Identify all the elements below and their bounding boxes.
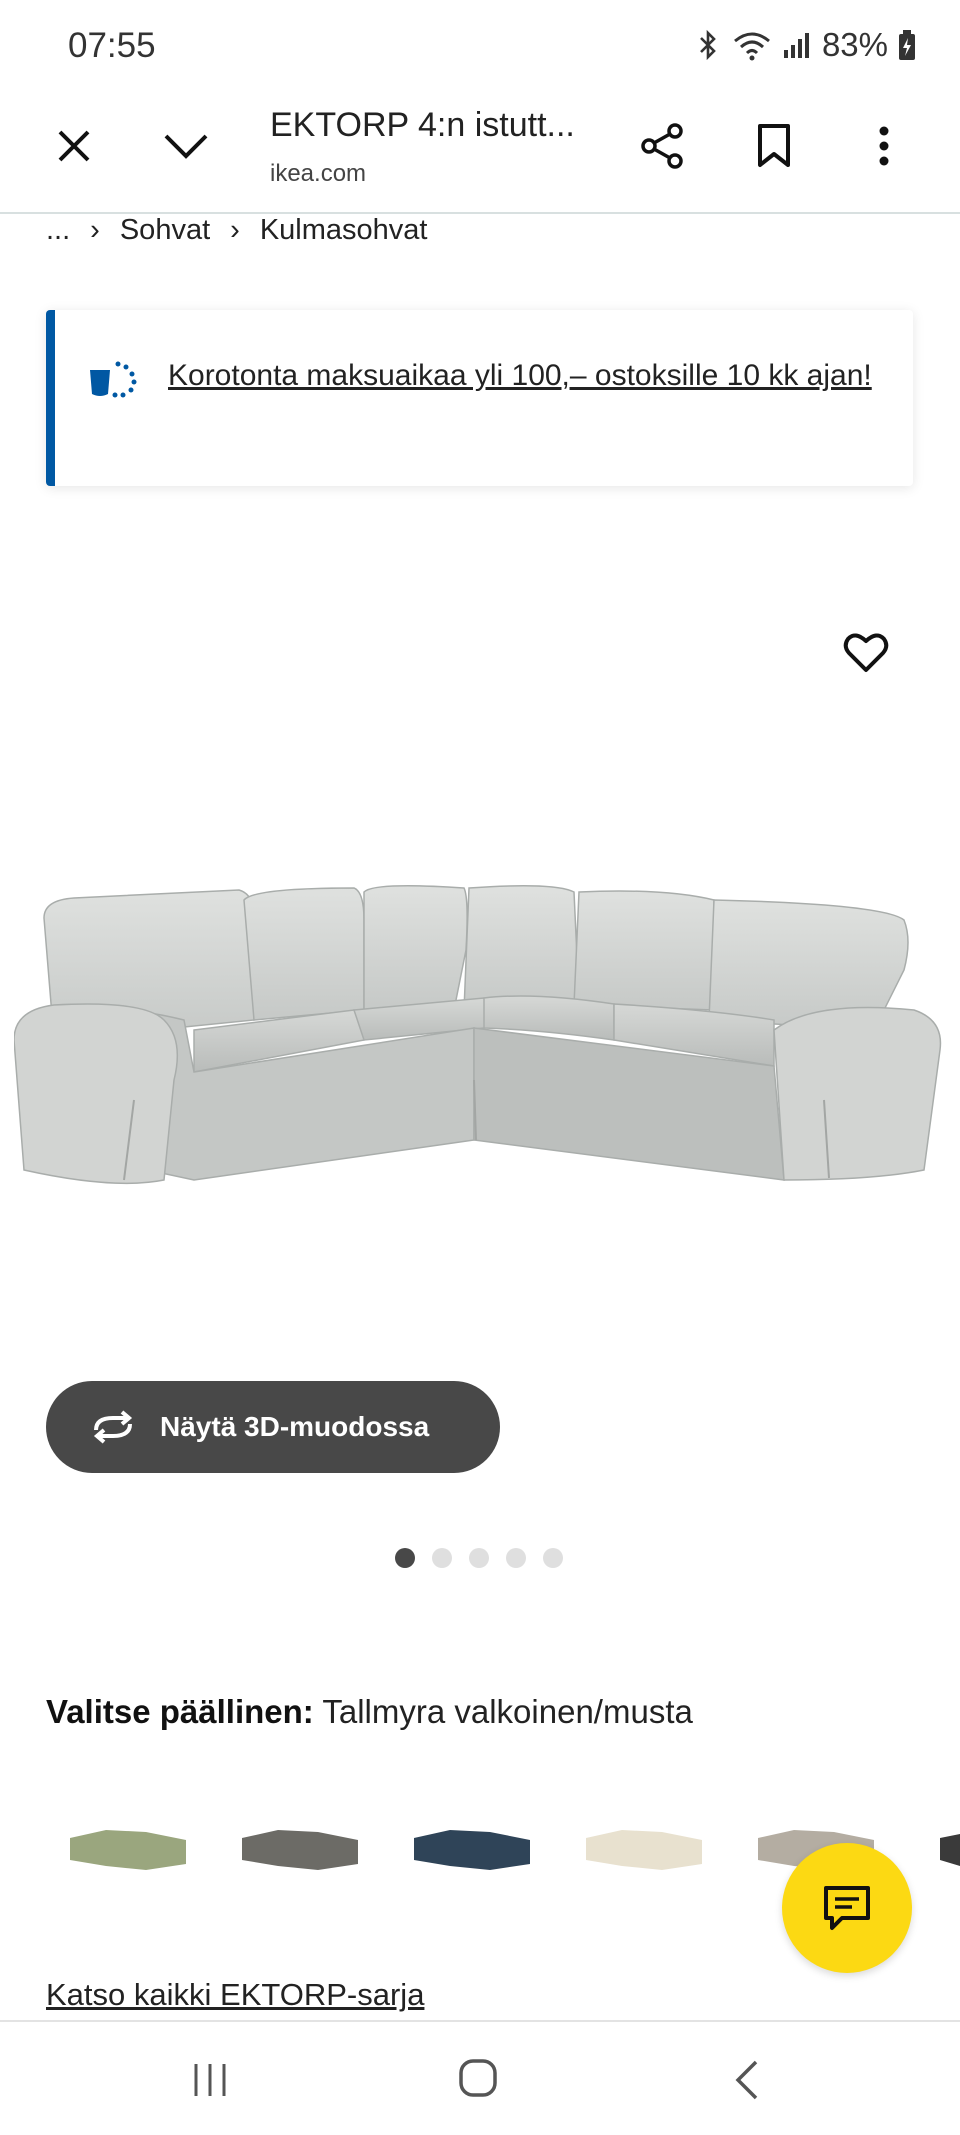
view-3d-label: Näytä 3D-muodossa bbox=[160, 1411, 430, 1442]
carousel-dot[interactable] bbox=[432, 1548, 452, 1568]
promo-banner: Korotonta maksuaikaa yli 100,– ostoksill… bbox=[46, 310, 913, 486]
kebab-menu-icon bbox=[879, 126, 889, 166]
chat-icon bbox=[824, 1886, 870, 1930]
breadcrumb-item-sohvat[interactable]: Sohvat bbox=[120, 214, 210, 247]
swatch-sofa[interactable] bbox=[940, 1834, 960, 1866]
breadcrumb: ... › Sohvat › Kulmasohvat bbox=[46, 214, 427, 247]
breadcrumb-ellipsis[interactable]: ... bbox=[46, 214, 70, 247]
banner-accent-bar bbox=[46, 310, 55, 486]
see-all-ektorp-link[interactable]: Katso kaikki EKTORP-sarja bbox=[46, 1977, 424, 2013]
signal-icon bbox=[783, 33, 809, 58]
close-icon bbox=[58, 130, 90, 162]
status-bar: 07:55 83% bbox=[0, 0, 960, 92]
back-icon[interactable] bbox=[732, 2058, 762, 2102]
swatch-sofa[interactable] bbox=[586, 1830, 702, 1870]
payment-plan-icon bbox=[90, 361, 137, 398]
status-icons: 83% bbox=[694, 26, 916, 64]
chevron-right-icon: › bbox=[90, 214, 100, 246]
bookmark-icon bbox=[758, 124, 790, 167]
promo-link[interactable]: Korotonta maksuaikaa yli 100,– ostoksill… bbox=[168, 350, 888, 402]
chevron-down-icon bbox=[164, 134, 208, 159]
system-nav-bar bbox=[0, 2020, 960, 2135]
clock: 07:55 bbox=[68, 26, 156, 65]
heart-icon bbox=[843, 633, 889, 672]
swatch-sofa[interactable] bbox=[242, 1830, 358, 1870]
minimize-button[interactable] bbox=[154, 114, 218, 178]
chevron-right-icon: › bbox=[230, 214, 240, 246]
carousel-dot[interactable] bbox=[506, 1548, 526, 1568]
close-button[interactable] bbox=[42, 114, 106, 178]
cover-value: Tallmyra valkoinen/musta bbox=[322, 1693, 693, 1730]
carousel-dot[interactable] bbox=[543, 1548, 563, 1568]
rotate-3d-icon bbox=[93, 1410, 133, 1444]
bluetooth-icon bbox=[700, 29, 716, 61]
product-image-corner-sofa[interactable] bbox=[14, 880, 944, 1210]
wifi-icon bbox=[733, 32, 770, 61]
recent-apps-icon[interactable] bbox=[190, 2060, 230, 2100]
image-carousel-dots bbox=[395, 1548, 563, 1568]
cover-selection: Valitse päällinen: Tallmyra valkoinen/mu… bbox=[46, 1693, 693, 1731]
carousel-dot[interactable] bbox=[469, 1548, 489, 1568]
swatch-sofa[interactable] bbox=[70, 1830, 186, 1870]
share-button[interactable] bbox=[630, 114, 694, 178]
share-icon bbox=[641, 123, 683, 169]
bookmark-button[interactable] bbox=[742, 114, 806, 178]
chat-button[interactable] bbox=[782, 1843, 912, 1973]
home-icon[interactable] bbox=[458, 2058, 498, 2098]
favorite-button[interactable] bbox=[842, 628, 890, 676]
breadcrumb-item-kulmasohvat[interactable]: Kulmasohvat bbox=[260, 214, 428, 247]
cover-label: Valitse päällinen: bbox=[46, 1693, 314, 1730]
carousel-dot[interactable] bbox=[395, 1548, 415, 1568]
swatch-sofa[interactable] bbox=[414, 1830, 530, 1870]
battery-charging-icon bbox=[899, 30, 915, 60]
more-options-button[interactable] bbox=[852, 114, 916, 178]
battery-percent: 83% bbox=[821, 26, 888, 63]
page-domain: ikea.com bbox=[270, 160, 367, 187]
page-title: EKTORP 4:n istutt... bbox=[270, 106, 575, 144]
view-3d-button[interactable]: Näytä 3D-muodossa bbox=[46, 1381, 500, 1473]
